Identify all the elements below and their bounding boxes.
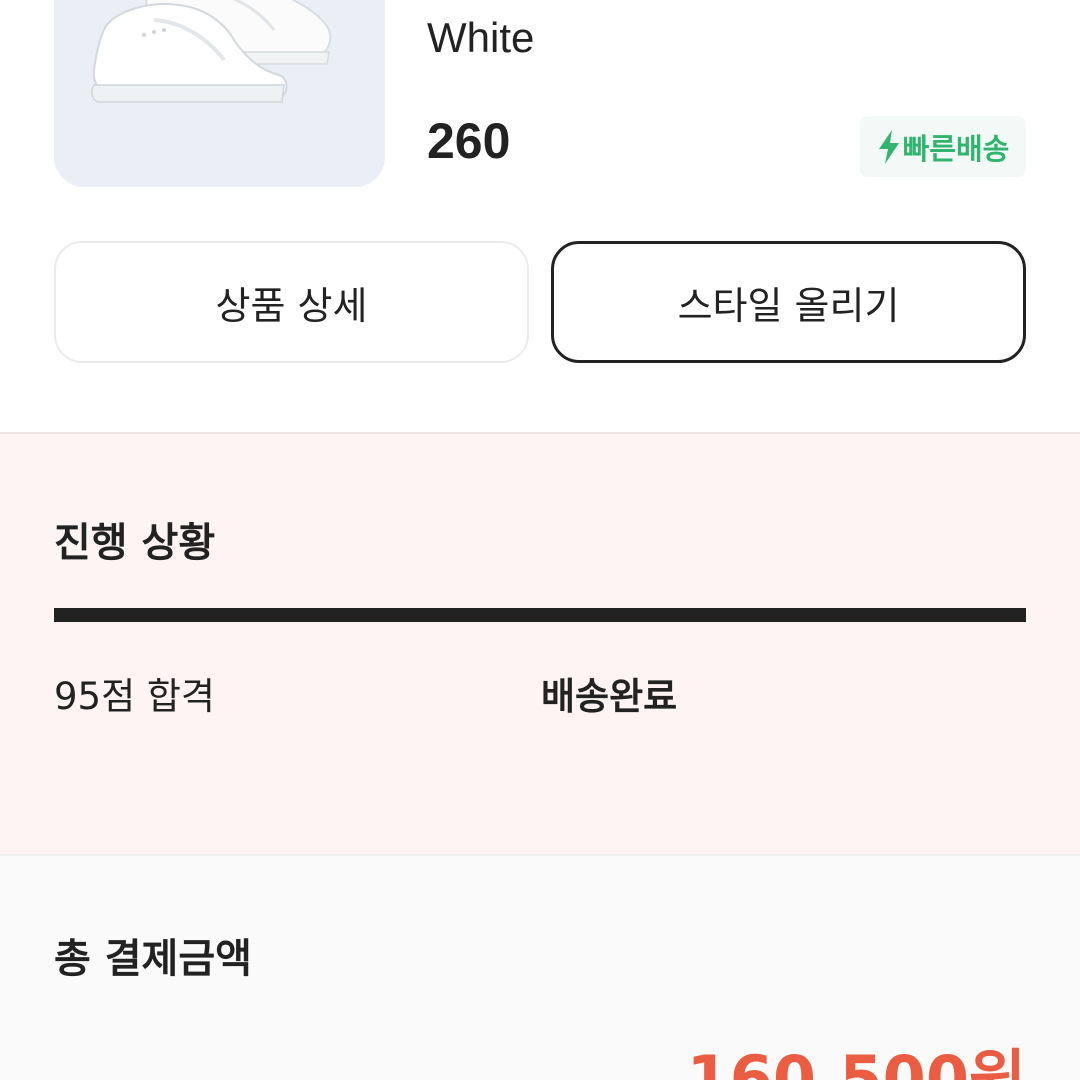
order-detail-page: White 260 빠른배송 상품 상세 스타일 올리기 진행 상황 95점 합… — [0, 0, 1080, 1080]
step-delivery-complete: 배송완료 — [541, 675, 678, 718]
fast-delivery-badge: 빠른배송 — [860, 116, 1026, 177]
post-style-button[interactable]: 스타일 올리기 — [551, 241, 1026, 363]
step-inspection-result: 95점 합격 — [54, 675, 215, 718]
progress-bar — [54, 608, 1026, 622]
product-thumbnail[interactable] — [54, 0, 385, 187]
payment-section: 총 결제금액 160,500원 — [0, 854, 1080, 1080]
payment-amount: 160,500원 — [686, 1042, 1026, 1080]
product-summary: White 260 빠른배송 상품 상세 스타일 올리기 — [0, 0, 1080, 432]
badge-label: 빠른배송 — [902, 131, 1010, 166]
sneaker-image — [91, 0, 332, 103]
progress-bar-fill — [54, 608, 1026, 622]
progress-section: 진행 상황 95점 합격 배송완료 — [0, 432, 1080, 854]
product-size: 260 — [427, 113, 511, 169]
progress-title: 진행 상황 — [54, 520, 216, 566]
product-detail-button[interactable]: 상품 상세 — [54, 241, 529, 363]
lightning-bolt-icon — [877, 129, 901, 164]
product-name: White — [427, 14, 535, 61]
payment-title: 총 결제금액 — [54, 936, 252, 982]
